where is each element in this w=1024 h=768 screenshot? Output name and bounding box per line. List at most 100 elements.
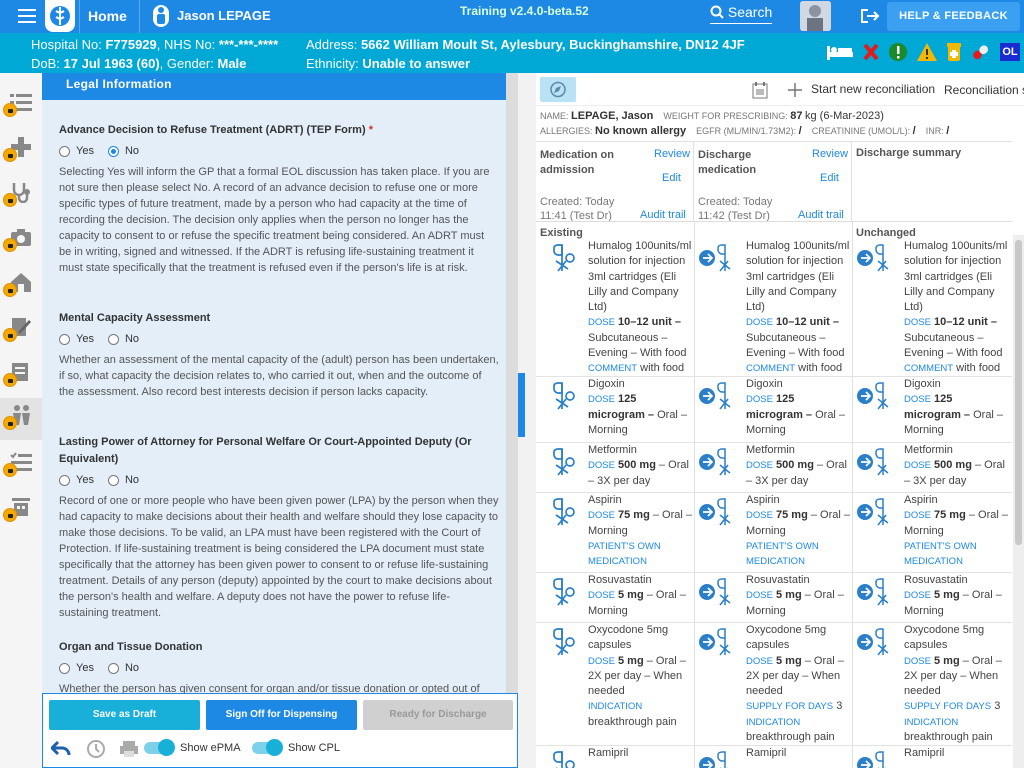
radio-circle[interactable] [59,662,70,674]
medication-row: Digoxin DOSE 125 microgram – Oral – Morni… [536,377,1012,443]
medication-cell[interactable]: Metformin DOSE 500 mg – Oral – 3X per day [856,443,1010,493]
pill-bottle-icon[interactable] [946,42,962,62]
review-link[interactable]: Review [654,148,690,160]
medication-name: Aspirin [746,494,780,506]
ol-badge[interactable]: OL [1000,43,1020,61]
history-icon[interactable] [85,739,105,759]
medication-cell[interactable]: Humalog 100units/ml solution for injecti… [856,239,1010,377]
medication-cell[interactable]: Digoxin DOSE 125 microgram – Oral – Morni… [540,377,692,443]
panel-divider[interactable] [518,73,536,768]
medication-cell[interactable]: Metformin DOSE 500 mg – Oral – 3X per day [698,443,850,493]
medication-cell[interactable]: Aspirin DOSE 75 mg – Oral – Morning PATIEN… [856,493,1010,573]
warning-icon[interactable] [916,42,938,62]
medication-cell[interactable]: Rosuvastatin DOSE 5 mg – Oral – Morning [856,573,1010,623]
medication-cell[interactable]: Ramipril [856,746,1010,768]
patient-name[interactable]: Jason LEPAGE [177,8,271,23]
supply-label: SUPPLY FOR DAYS [746,701,834,713]
divider-grip[interactable] [518,373,525,437]
sidebar-item-list[interactable] [0,85,42,127]
sidebar-item-legal[interactable] [0,398,42,440]
form-scrollbar[interactable] [506,73,518,693]
route-text: Subcutaneous – Evening – With food [588,331,687,360]
medication-cell[interactable]: Digoxin DOSE 125 microgram – Oral – Morni… [856,377,1010,443]
sidebar-item-checklist[interactable] [0,445,42,487]
medication-cell[interactable]: Oxycodone 5mg capsules DOSE 5 mg – Oral –… [698,623,850,746]
radio-yes[interactable]: Yes [59,662,94,674]
medication-cell[interactable]: Ramipril [698,746,850,768]
lock-icon [3,373,17,387]
medication-cell[interactable]: Oxycodone 5mg capsules DOSE 5 mg – Oral –… [856,623,1010,746]
medication-cell[interactable]: Humalog 100units/ml solution for injecti… [540,239,692,377]
medication-cell[interactable]: Oxycodone 5mg capsules DOSE 5 mg – Oral –… [540,623,692,746]
radio-no[interactable]: No [107,333,139,345]
save-draft-button[interactable]: Save as Draft [49,700,200,730]
edit-link[interactable]: Edit [662,172,681,184]
sidebar-item-add[interactable] [0,130,42,172]
print-icon[interactable] [119,740,139,758]
radio-circle[interactable] [107,333,119,345]
medication-cell[interactable]: Digoxin DOSE 125 microgram – Oral – Morni… [698,377,850,443]
compass-button[interactable] [540,77,576,102]
medication-cell[interactable]: Ramipril [540,746,692,768]
radio-circle[interactable] [59,474,70,486]
home-link[interactable]: Home [88,8,127,24]
radio-yes[interactable]: Yes [59,474,94,486]
menu-icon[interactable] [18,9,36,23]
sidebar-item-camera[interactable] [0,220,42,262]
logout-icon[interactable] [860,8,880,27]
show-epma-toggle[interactable]: Show ePMA [144,739,241,756]
search-button[interactable]: Search [710,4,773,24]
reconciliation-status[interactable]: Reconciliation st [944,83,1024,97]
radio-circle[interactable] [107,474,119,486]
audit-trail-link[interactable]: Audit trail [640,209,686,221]
radio-circle[interactable] [59,145,70,157]
question-help: Whether the person has given consent for… [59,683,480,693]
radio-circle[interactable] [59,333,70,345]
toggle-switch[interactable] [252,739,283,756]
recon-scrollbar[interactable] [1013,235,1024,768]
scroll-thumb[interactable] [506,73,518,693]
sidebar-item-house[interactable] [0,265,42,307]
sidebar-item-notes[interactable] [0,355,42,397]
calendar-icon[interactable] [752,81,768,99]
scroll-thumb[interactable] [1015,240,1022,545]
radio-no[interactable]: No [107,662,139,674]
medication-cell[interactable]: Rosuvastatin DOSE 5 mg – Oral – Morning [698,573,850,623]
medication-name: Aspirin [904,494,938,506]
bed-icon[interactable] [826,43,854,61]
toggle-switch[interactable] [144,739,175,756]
radio-circle[interactable] [107,662,119,674]
medication-cell[interactable]: Metformin DOSE 500 mg – Oral – 3X per day [540,443,692,493]
start-reconciliation[interactable]: Start new reconciliation [811,82,935,96]
patient-summary-line1: NAME: LEPAGE, Jason WEIGHT FOR PRESCRIBI… [540,110,884,122]
pill-icon[interactable] [970,42,992,62]
review-link[interactable]: Review [812,148,848,160]
radio-no[interactable]: No [107,145,139,157]
cross-alert-icon[interactable] [862,42,880,62]
top-bar: Home Jason LEPAGE Training v2.4.0-beta.5… [0,0,1024,33]
radio-no[interactable]: No [107,474,139,486]
ready-discharge-button[interactable]: Ready for Discharge [363,700,513,730]
medication-cell[interactable]: Humalog 100units/ml solution for injecti… [698,239,850,377]
prescription-icon [550,448,576,481]
column-title: Discharge medication [698,149,757,176]
help-feedback-button[interactable]: HELP & FEEDBACK [887,2,1020,31]
plus-icon[interactable] [788,83,802,97]
audit-trail-link[interactable]: Audit trail [798,209,844,221]
exclamation-icon[interactable] [888,42,908,62]
undo-icon[interactable] [51,740,71,758]
sign-off-button[interactable]: Sign Off for Dispensing [206,700,357,730]
medication-cell[interactable]: Aspirin DOSE 75 mg – Oral – Morning PATIEN… [698,493,850,573]
medication-name: Rosuvastatin [746,574,810,586]
radio-yes[interactable]: Yes [59,333,94,345]
sidebar-item-building[interactable] [0,490,42,532]
medication-cell[interactable]: Aspirin DOSE 75 mg – Oral – Morning PATIEN… [540,493,692,573]
avatar[interactable] [800,1,831,31]
radio-circle[interactable] [107,145,119,157]
medication-cell[interactable]: Rosuvastatin DOSE 5 mg – Oral – Morning [540,573,692,623]
sidebar-item-edit[interactable] [0,310,42,352]
edit-link[interactable]: Edit [820,172,839,184]
sidebar-item-stethoscope[interactable] [0,175,42,217]
show-cpl-toggle[interactable]: Show CPL [252,739,340,756]
radio-yes[interactable]: Yes [59,145,94,157]
